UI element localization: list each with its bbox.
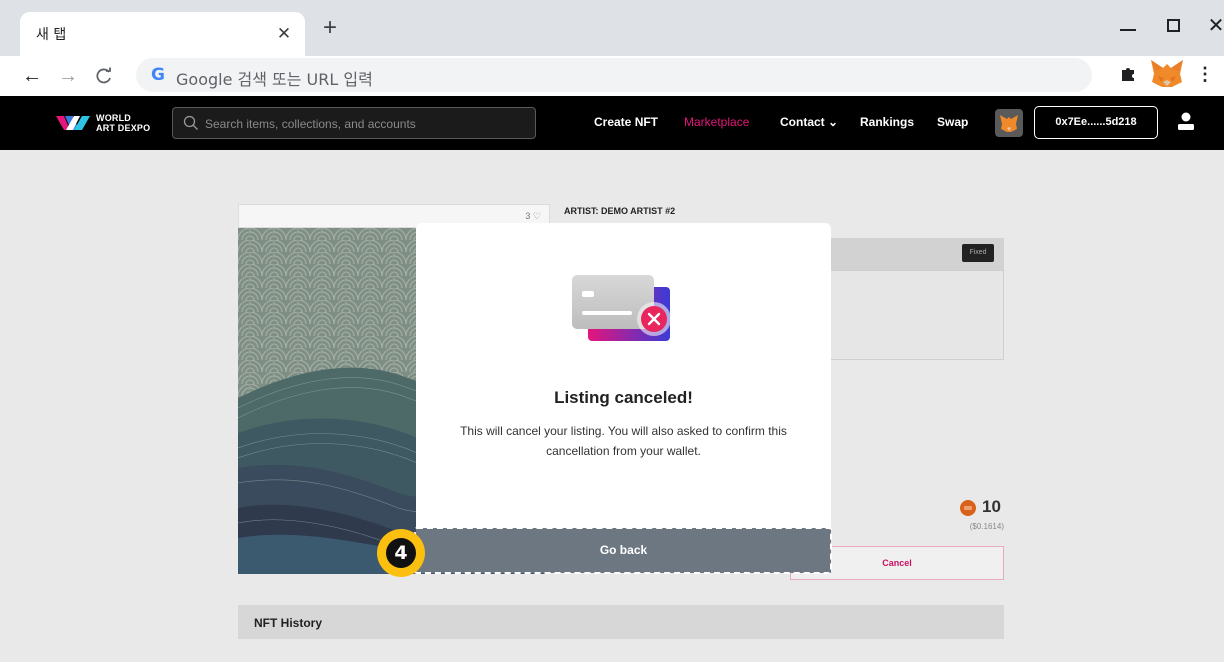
logo-text-line2: ART DEXPO <box>96 123 151 133</box>
back-button[interactable]: ← <box>18 62 46 90</box>
nav-create-nft[interactable]: Create NFT <box>594 115 658 129</box>
go-back-button[interactable]: Go back <box>416 528 831 573</box>
window-minimize-button[interactable] <box>1116 14 1140 38</box>
puzzle-icon <box>1122 68 1134 81</box>
price-value: 10 <box>982 497 1001 516</box>
nav-rankings[interactable]: Rankings <box>860 115 914 129</box>
reload-button[interactable] <box>90 62 118 90</box>
nft-history-section[interactable]: NFT History <box>238 605 1004 639</box>
metamask-fox-icon <box>1000 115 1018 132</box>
logo-mark-icon <box>56 116 90 130</box>
step-badge: 4 <box>377 529 425 577</box>
maximize-icon <box>1166 19 1180 32</box>
user-icon[interactable] <box>1176 111 1196 133</box>
nav-contact[interactable]: Contact ⌄ <box>780 115 838 129</box>
step-number: 4 <box>386 538 416 568</box>
sale-type-badge: Fixed <box>962 244 994 262</box>
extensions-puzzle-icon[interactable] <box>1120 64 1138 87</box>
address-placeholder: Google 검색 또는 URL 입력 <box>176 70 373 89</box>
metamask-button[interactable] <box>995 109 1023 137</box>
site-header: WORLD ART DEXPO Create NFT Marketplace C… <box>0 96 1224 150</box>
modal-message: This will cancel your listing. You will … <box>460 424 787 458</box>
nav-marketplace[interactable]: Marketplace <box>684 115 749 129</box>
card-cancel-icon <box>572 275 671 341</box>
site-search <box>172 107 536 139</box>
price-usd: ($0.1614) <box>969 522 1004 531</box>
nav-swap[interactable]: Swap <box>937 115 968 129</box>
listing-canceled-modal: Listing canceled! This will cancel your … <box>416 223 831 528</box>
wallet-address-button[interactable]: 0x7Ee......5d218 <box>1034 106 1158 139</box>
address-bar[interactable]: G Google 검색 또는 URL 입력 <box>136 58 1092 92</box>
google-icon: G <box>151 65 165 85</box>
forward-button[interactable]: → <box>54 62 82 90</box>
browser-tab[interactable]: 새 탭 ✕ <box>20 12 305 56</box>
modal-title: Listing canceled! <box>554 388 693 407</box>
search-icon <box>183 115 198 130</box>
new-tab-button[interactable]: + <box>318 16 342 40</box>
tab-title: 새 탭 <box>36 27 67 43</box>
browser-toolbar: ← → G Google 검색 또는 URL 입력 ⋮ <box>0 56 1224 96</box>
artist-name: ARTIST: DEMO ARTIST #2 <box>564 206 676 216</box>
search-input[interactable] <box>205 114 525 134</box>
metamask-extension-icon[interactable] <box>1148 58 1186 90</box>
window-close-button[interactable]: ✕ <box>1204 14 1224 38</box>
site-logo[interactable]: WORLD ART DEXPO <box>56 110 156 136</box>
coin-icon <box>960 500 976 516</box>
browser-menu-icon[interactable]: ⋮ <box>1196 64 1214 85</box>
tab-close-icon[interactable]: ✕ <box>273 23 295 45</box>
logo-text-line1: WORLD <box>96 113 131 123</box>
browser-tabstrip: 새 탭 ✕ + ✕ <box>0 0 1224 56</box>
reload-icon <box>96 67 111 84</box>
nft-history-label: NFT History <box>254 616 323 630</box>
like-count[interactable]: 3 ♡ <box>525 211 541 222</box>
window-maximize-button[interactable] <box>1161 14 1185 38</box>
minimize-icon <box>1120 29 1136 31</box>
